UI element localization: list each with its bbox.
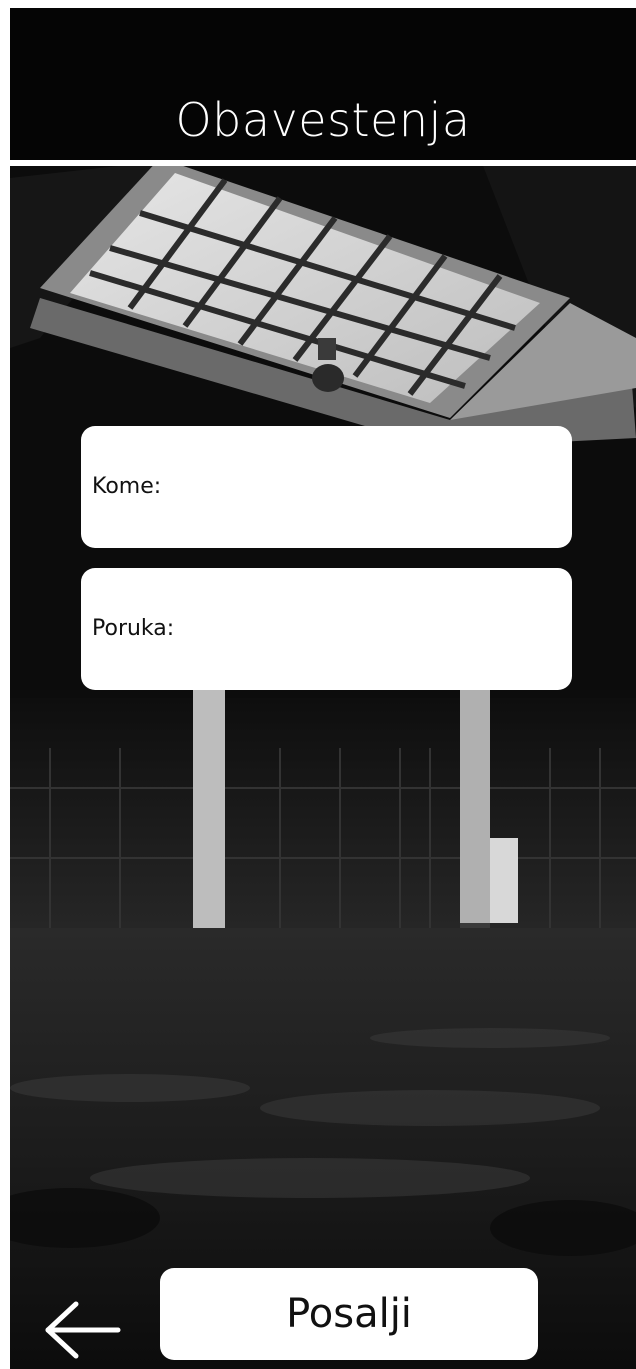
recipient-field-label: Kome: (92, 474, 162, 499)
recipient-field[interactable]: Kome: (81, 426, 572, 548)
app-screen: Obavestenja Kome: Poruka: Posalji (10, 8, 636, 1369)
back-button[interactable] (42, 1298, 122, 1362)
message-field-label: Poruka: (92, 616, 175, 641)
page-title: Obavestenja (175, 93, 471, 147)
send-button[interactable]: Posalji (160, 1268, 538, 1360)
message-field[interactable]: Poruka: (81, 568, 572, 690)
arrow-left-icon (45, 1301, 121, 1359)
header-divider (10, 160, 636, 166)
